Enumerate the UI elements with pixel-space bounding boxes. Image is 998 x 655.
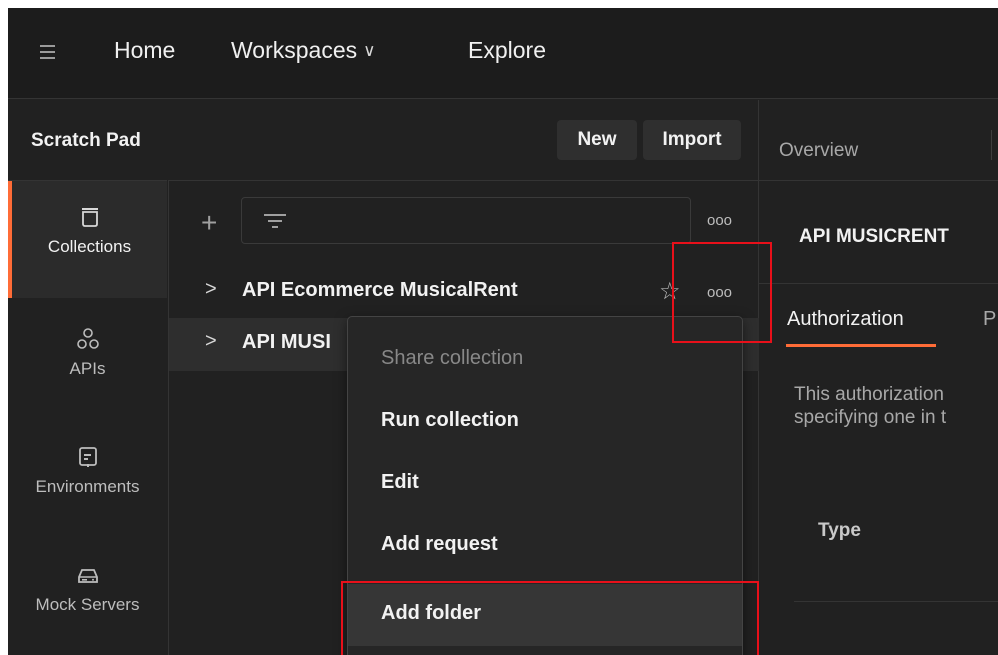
mock-servers-icon [77,569,98,583]
sidebar: Collections APIs Environments Mock Serve… [8,180,167,655]
collection-name: API Ecommerce MusicalRent [242,279,518,301]
tab-authorization[interactable]: Authorization [787,308,904,331]
nav-workspaces[interactable]: Workspaces ∨ [231,37,376,64]
environments-icon [78,447,97,467]
postman-app: Home Workspaces ∨ Explore Scratch Pad New… [8,8,998,655]
tab-divider [991,130,992,160]
sidebar-item-collections[interactable]: Collections [8,181,167,298]
menu-item-label: Run collection [381,409,519,431]
collection-detail-pane: Overview API MUSICRENT Authorization P T… [758,100,998,655]
tab-overview[interactable]: Overview [779,140,858,162]
filter-collections-input[interactable] [241,197,691,244]
sidebar-item-label: Environments [35,477,140,496]
active-tab-indicator [786,344,936,347]
import-button[interactable]: Import [643,120,741,160]
nav-explore[interactable]: Explore [468,37,546,64]
menu-item-add-request[interactable]: Add request [348,515,742,577]
authorization-description: This authorization specifying one in t [794,383,946,429]
hamburger-menu-icon[interactable] [40,45,55,59]
divider [794,601,998,602]
divider [759,283,998,284]
collection-title: API MUSICRENT [799,226,949,247]
sidebar-item-apis[interactable]: APIs [8,303,167,420]
nav-home[interactable]: Home [114,37,175,64]
tab-pre-request[interactable]: P [983,308,996,331]
chevron-right-icon[interactable]: > [205,278,217,301]
apis-icon [76,328,99,349]
collections-icon [81,208,98,227]
menu-item-add-folder[interactable]: Add folder [348,584,742,646]
chevron-right-icon[interactable]: > [205,330,217,353]
workspace-title: Scratch Pad [31,130,141,151]
menu-item-label: Add folder [381,602,481,624]
menu-item-share-collection: Share collection [348,329,742,391]
nav-workspaces-label: Workspaces [231,37,358,63]
menu-item-run-collection[interactable]: Run collection [348,391,742,453]
scratch-pad-header: Scratch Pad New Import [8,100,758,180]
chevron-down-icon: ∨ [363,41,376,60]
menu-item-label: Share collection [381,347,524,369]
star-icon[interactable]: ☆ [659,277,681,306]
sidebar-item-environments[interactable]: Environments [8,421,167,538]
description-line: This authorization [794,384,944,405]
collection-name: API MUSI [242,331,331,353]
more-options-icon[interactable]: ooo [707,212,732,229]
menu-item-label: Add request [381,533,498,555]
top-bar: Home Workspaces ∨ Explore [8,8,998,99]
sidebar-item-label: Mock Servers [35,595,140,614]
sidebar-item-label: APIs [69,359,106,378]
sidebar-item-label: Collections [47,237,132,256]
collection-row[interactable]: > API Ecommerce MusicalRent ☆ ooo [169,266,759,319]
divider [759,180,998,181]
sidebar-item-mock-servers[interactable]: Mock Servers [8,539,167,655]
menu-item-edit[interactable]: Edit [348,453,742,515]
collection-more-options-icon[interactable]: ooo [707,284,732,301]
new-button[interactable]: New [557,120,637,160]
auth-type-label: Type [818,520,861,541]
collection-context-menu: Share collection Run collection Edit Add… [347,316,743,655]
add-collection-icon[interactable]: + [201,209,217,237]
description-line: specifying one in t [794,407,947,428]
filter-icon [264,214,286,228]
menu-item-label: Edit [381,471,419,493]
